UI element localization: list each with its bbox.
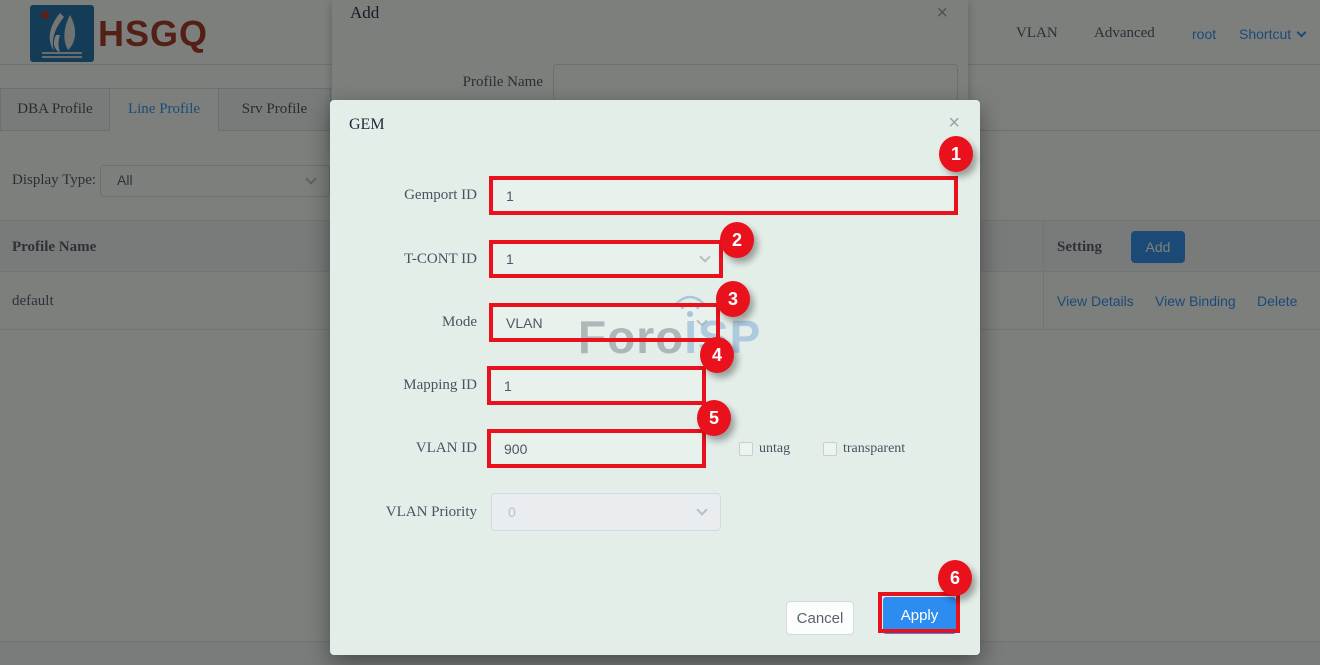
vlan-priority-select: 0: [491, 493, 721, 531]
gemport-id-input[interactable]: 1: [489, 176, 958, 215]
vlan-id-input[interactable]: 900: [487, 429, 706, 468]
vlan-priority-label: VLAN Priority: [330, 493, 477, 531]
close-icon[interactable]: ×: [948, 112, 960, 135]
cancel-button[interactable]: Cancel: [786, 601, 854, 635]
tcont-id-value: 1: [506, 251, 514, 267]
mode-value: VLAN: [506, 315, 543, 331]
tcont-id-select[interactable]: 1: [489, 240, 723, 278]
gemport-id-label: Gemport ID: [330, 176, 477, 215]
apply-button[interactable]: Apply: [883, 597, 956, 634]
mapping-id-input[interactable]: 1: [487, 366, 706, 405]
chevron-down-icon: [696, 504, 707, 515]
tcont-id-label: T-CONT ID: [330, 240, 477, 278]
app-root: HSGQ VLAN Advanced root Shortcut DBA Pro…: [0, 0, 1320, 665]
mapping-id-label: Mapping ID: [330, 366, 477, 405]
gem-modal-title: GEM: [349, 116, 385, 134]
vlan-id-label: VLAN ID: [330, 429, 477, 468]
transparent-checkbox[interactable]: [823, 442, 837, 456]
chevron-down-icon: [696, 315, 707, 326]
untag-label: untag: [759, 435, 790, 463]
transparent-label: transparent: [843, 435, 905, 463]
mode-label: Mode: [330, 303, 477, 342]
mode-select[interactable]: VLAN: [489, 303, 720, 342]
untag-checkbox[interactable]: [739, 442, 753, 456]
gem-modal: GEM × Gemport ID 1 T-CONT ID 1 Mode VLAN…: [330, 100, 980, 655]
chevron-down-icon: [699, 251, 710, 262]
vlan-priority-value: 0: [508, 504, 516, 520]
